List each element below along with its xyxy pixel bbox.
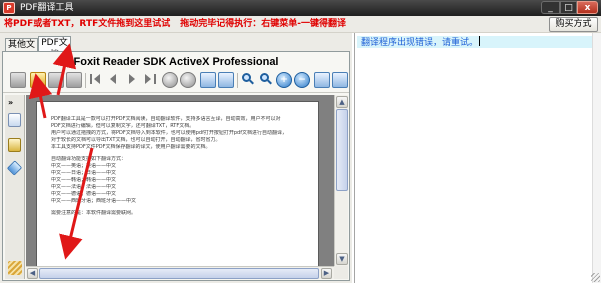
- signature-icon[interactable]: [8, 261, 22, 275]
- vertical-scrollbar[interactable]: ▲ ▼: [334, 95, 348, 266]
- viewer-toolbar: + −: [6, 70, 348, 92]
- horizontal-scroll-thumb[interactable]: [39, 268, 319, 279]
- scroll-up-icon[interactable]: ▲: [336, 96, 348, 108]
- copy-icon[interactable]: [200, 72, 216, 88]
- zoom-in-icon[interactable]: [240, 72, 256, 88]
- document-text: PDF翻译工具是一款可以打开PDF文档阅读，自动翻译软件，支持多语言互译，自动高…: [51, 116, 313, 217]
- document-page: PDF翻译工具是一款可以打开PDF文档阅读，自动翻译软件，支持多语言互译，自动高…: [36, 101, 319, 277]
- rotate-left-icon[interactable]: +: [276, 72, 292, 88]
- pages-icon[interactable]: [8, 113, 21, 127]
- pdf-viewer: Foxit Reader SDK ActiveX Professional + …: [2, 51, 350, 281]
- select-icon[interactable]: [218, 72, 234, 88]
- document-line: 中文——韩语；韩语——中文: [51, 177, 117, 183]
- window-title: PDF翻译工具: [20, 3, 74, 13]
- navigation-pane: »: [5, 95, 25, 279]
- stop-icon[interactable]: [162, 72, 178, 88]
- maximize-button[interactable]: □: [560, 1, 577, 14]
- rotate-right-icon[interactable]: −: [294, 72, 310, 88]
- text-caret: [479, 36, 481, 46]
- vertical-scroll-thumb[interactable]: [336, 109, 348, 191]
- save-icon[interactable]: [48, 72, 64, 88]
- tab-other-documents[interactable]: 其他文档: [5, 38, 38, 62]
- scroll-left-icon[interactable]: ◀: [27, 268, 38, 279]
- tab-pdf-documents[interactable]: PDF文档: [38, 36, 71, 60]
- document-line: 中文——法语；法语——中文: [51, 184, 117, 190]
- result-line: 翻译程序出现错误，请重试。: [357, 36, 594, 48]
- document-line: 用户可以通过拖拽的方式，将PDF文档导入到本软件，也可以使用pdf打开按钮打开p…: [51, 130, 287, 136]
- viewer-title: Foxit Reader SDK ActiveX Professional: [73, 56, 279, 68]
- layers-icon[interactable]: [6, 160, 23, 176]
- expand-nav-icon[interactable]: »: [8, 98, 13, 107]
- zoom-out-icon[interactable]: [258, 72, 274, 88]
- document-line: 中文——德语；德语——中文: [51, 191, 117, 197]
- last-page-icon[interactable]: [142, 72, 158, 88]
- result-message: 翻译程序出现错误，请重试。: [361, 38, 479, 48]
- scroll-down-icon[interactable]: ▼: [336, 253, 348, 265]
- document-line: 中文——英语；英语——中文: [51, 163, 117, 169]
- instruction-menu-text: 拖动完毕记得执行：右键菜单-一键得翻译: [180, 19, 346, 29]
- instruction-drag-text: 将PDF或者TXT，RTF文件拖到这里试试: [4, 19, 171, 29]
- open-file-icon[interactable]: [30, 72, 46, 88]
- close-button[interactable]: x: [577, 1, 598, 14]
- document-line: PDF翻译工具是一款可以打开PDF文档阅读，自动翻译软件，支持多语言互译，自动高…: [51, 116, 281, 122]
- instruction-bar: 将PDF或者TXT，RTF文件拖到这里试试 拖动完毕记得执行：右键菜单-一键得翻译: [0, 16, 601, 33]
- document-canvas[interactable]: PDF翻译工具是一款可以打开PDF文档阅读，自动翻译软件，支持多语言互译，自动高…: [26, 95, 334, 279]
- document-line: 对于较长的文档可以导出TXT文档，也可以自动打开，自动翻译，省时省力。: [51, 137, 221, 143]
- minimize-button[interactable]: _: [541, 1, 560, 14]
- resize-grip-icon[interactable]: [591, 273, 600, 282]
- purchase-button[interactable]: 购买方式: [549, 17, 598, 32]
- actual-size-icon[interactable]: [314, 72, 330, 88]
- previous-page-icon[interactable]: [106, 72, 122, 88]
- document-line: 中文——西班牙语；西班牙语——中文: [51, 198, 137, 204]
- result-scrollbar[interactable]: [592, 33, 601, 283]
- document-line: 中文——日语；日语——中文: [51, 170, 117, 176]
- fit-page-icon[interactable]: [332, 72, 348, 88]
- open-folder-icon[interactable]: [10, 72, 26, 88]
- scroll-right-icon[interactable]: ▶: [321, 268, 332, 279]
- refresh-icon[interactable]: [180, 72, 196, 88]
- bookmark-icon[interactable]: [8, 138, 21, 152]
- document-line: 需要注意的是：本软件翻译需要联网。: [51, 210, 137, 216]
- title-bar: P PDF翻译工具 _ □ x: [0, 0, 601, 16]
- print-icon[interactable]: [66, 72, 82, 88]
- document-line: 自动翻译功能支持如下翻译方式：: [51, 156, 127, 162]
- left-panel: 其他文档 PDF文档 Foxit Reader SDK ActiveX Prof…: [0, 33, 352, 283]
- horizontal-scrollbar[interactable]: ◀ ▶: [26, 266, 334, 279]
- first-page-icon[interactable]: [88, 72, 104, 88]
- document-line: PDF文档进行编辑，但可以复制文字，还可翻译TXT，RTF文档。: [51, 123, 195, 129]
- translation-result-text: 翻译程序出现错误，请重试。: [361, 36, 481, 49]
- document-line: 本工具支持PDF文件PDF文档保存翻译的译文，使用户翻译需要的文档。: [51, 144, 211, 150]
- next-page-icon[interactable]: [124, 72, 140, 88]
- pdf-app-icon: P: [3, 2, 15, 14]
- translation-result-panel[interactable]: 翻译程序出现错误，请重试。: [354, 33, 601, 283]
- instruction-text: 将PDF或者TXT，RTF文件拖到这里试试 拖动完毕记得执行：右键菜单-一键得翻译: [4, 18, 346, 31]
